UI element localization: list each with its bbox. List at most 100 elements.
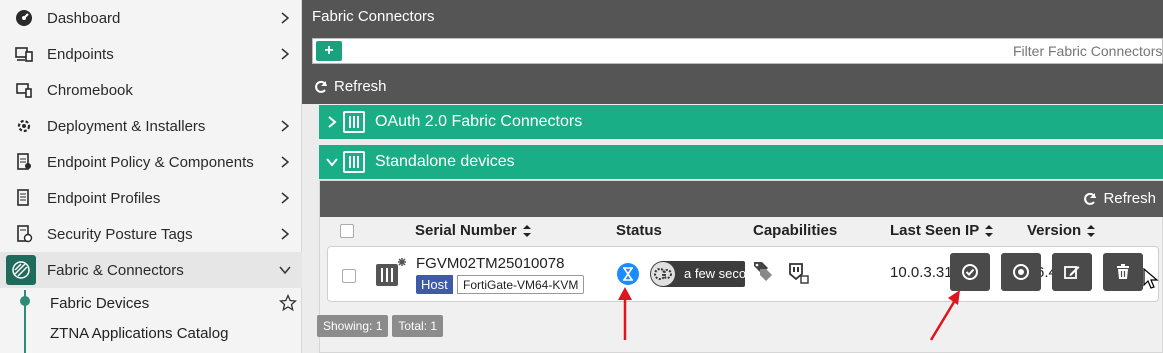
dashboard-icon [14, 8, 34, 28]
last-seen-badge: a few seconds ago [650, 261, 745, 287]
row-checkbox[interactable] [342, 269, 356, 283]
chevron-right-icon [281, 12, 290, 24]
check-circle-icon [962, 264, 978, 280]
chevron-right-icon [281, 156, 290, 168]
edit-icon [1064, 266, 1080, 279]
fortigate-device-icon [376, 258, 406, 286]
sidebar-subitem-label: ZTNA Applications Catalog [50, 325, 229, 342]
serial-number: FGVM02TM25010078 [416, 255, 565, 272]
tags-icon [14, 224, 34, 244]
toolbar: + [312, 38, 1163, 64]
column-label: Version [1027, 222, 1082, 239]
authorize-button[interactable] [950, 253, 990, 291]
gear-icon [14, 116, 34, 136]
block-circle-icon [1013, 264, 1029, 280]
sidebar-item-label: Fabric & Connectors [47, 261, 184, 279]
chevron-right-icon [281, 228, 290, 240]
chevron-right-icon [281, 192, 290, 204]
sort-icon [1087, 224, 1096, 237]
total-count: Total: 1 [392, 315, 444, 337]
model-badge: FortiGate-VM64-KVM [457, 275, 585, 294]
sidebar-item-label: Chromebook [47, 81, 133, 99]
sidebar-item-endpoint-policy[interactable]: Endpoint Policy & Components [0, 144, 302, 180]
refresh-icon [1084, 192, 1097, 205]
shield-capability-icon [789, 263, 809, 284]
sidebar-subitem-fabric-devices[interactable]: Fabric Devices [0, 288, 302, 320]
panel-toolbar: Refresh [320, 181, 1163, 217]
laptop-icon [14, 80, 34, 100]
sidebar-item-security-posture-tags[interactable]: Security Posture Tags [0, 216, 302, 252]
hourglass-icon [617, 263, 639, 285]
header-bar: Fabric Connectors + Refresh [302, 0, 1163, 104]
devices-panel: Refresh Serial Number Status Capabilitie… [319, 180, 1163, 353]
sidebar-item-deployment[interactable]: Deployment & Installers [0, 108, 302, 144]
devices-icon [14, 44, 34, 64]
sidebar-item-label: Deployment & Installers [47, 117, 206, 135]
sidebar-item-label: Dashboard [47, 9, 121, 27]
chevron-down-icon [279, 266, 291, 275]
last-seen-ip: 10.0.3.31 [890, 264, 953, 281]
panel-refresh-button[interactable]: Refresh [1083, 190, 1156, 207]
chevron-right-icon [328, 116, 337, 128]
fortigate-icon [343, 111, 365, 133]
column-label: Serial Number [415, 222, 517, 239]
sidebar-item-dashboard[interactable]: Dashboard [0, 0, 302, 36]
select-all-checkbox[interactable] [340, 224, 354, 238]
group-header-oauth[interactable]: OAuth 2.0 Fabric Connectors [319, 105, 1163, 139]
delete-button[interactable] [1103, 253, 1143, 291]
sidebar-item-endpoint-profiles[interactable]: Endpoint Profiles [0, 180, 302, 216]
column-label: Capabilities [753, 222, 838, 239]
sidebar-subitem-label: Fabric Devices [50, 295, 150, 312]
group-label: OAuth 2.0 Fabric Connectors [375, 113, 583, 130]
host-badge: Host [416, 275, 453, 294]
tags-capability-icon [754, 262, 772, 281]
chevron-right-icon [281, 120, 290, 132]
column-label: Last Seen IP [890, 222, 980, 239]
add-button[interactable]: + [316, 41, 342, 61]
refresh-label: Refresh [1103, 190, 1156, 207]
showing-count: Showing: 1 [317, 315, 389, 337]
filter-input[interactable] [1013, 43, 1163, 59]
policy-icon [14, 152, 34, 172]
group-header-standalone[interactable]: Standalone devices [319, 145, 1163, 179]
star-icon[interactable] [279, 294, 297, 312]
sidebar-item-label: Endpoint Policy & Components [47, 153, 254, 171]
group-label: Standalone devices [375, 153, 515, 170]
column-header-serial[interactable]: Serial Number [415, 222, 532, 239]
chevron-right-icon [281, 48, 290, 60]
sidebar-item-label: Endpoints [47, 45, 114, 63]
record-counts: Showing: 1 Total: 1 [317, 315, 444, 337]
annotation-arrow-authorize [929, 290, 960, 341]
column-header-last-seen-ip[interactable]: Last Seen IP [890, 222, 994, 239]
sidebar-item-chromebook[interactable]: Chromebook [0, 72, 302, 108]
column-label: Status [616, 222, 662, 239]
deauthorize-button[interactable] [1001, 253, 1041, 291]
refresh-label: Refresh [334, 78, 387, 95]
refresh-icon [315, 80, 327, 93]
sidebar-item-endpoints[interactable]: Endpoints [0, 36, 302, 72]
profiles-icon [14, 188, 34, 208]
fabric-icon [6, 255, 36, 285]
fortigate-icon [343, 151, 365, 173]
app-window: Dashboard Endpoints Chromebook Deploymen… [0, 0, 1163, 353]
edit-button[interactable] [1052, 253, 1092, 291]
sidebar-item-fabric-connectors[interactable]: Fabric & Connectors [0, 252, 302, 288]
sidebar-item-label: Endpoint Profiles [47, 189, 161, 207]
page-title: Fabric Connectors [312, 8, 435, 25]
table-row[interactable]: FGVM02TM25010078 Host FortiGate-VM64-KVM… [327, 246, 1159, 302]
annotation-arrow-status [618, 287, 632, 340]
trash-icon [1117, 264, 1129, 279]
sidebar: Dashboard Endpoints Chromebook Deploymen… [0, 0, 302, 353]
sidebar-item-label: Security Posture Tags [47, 225, 193, 243]
last-seen-text: a few seconds ago [684, 266, 745, 281]
column-header-capabilities: Capabilities [753, 222, 837, 239]
column-header-status: Status [616, 222, 662, 239]
sort-icon [985, 224, 994, 237]
main-content: Fabric Connectors + Refresh OAuth 2.0 Fa… [302, 0, 1163, 353]
sidebar-subitem-ztna-catalog[interactable]: ZTNA Applications Catalog [0, 318, 302, 350]
column-header-version[interactable]: Version [1027, 222, 1096, 239]
chevron-down-icon [326, 158, 338, 167]
refresh-button[interactable]: Refresh [314, 78, 387, 95]
mouse-cursor-icon [1143, 268, 1159, 289]
sort-icon [522, 224, 531, 237]
